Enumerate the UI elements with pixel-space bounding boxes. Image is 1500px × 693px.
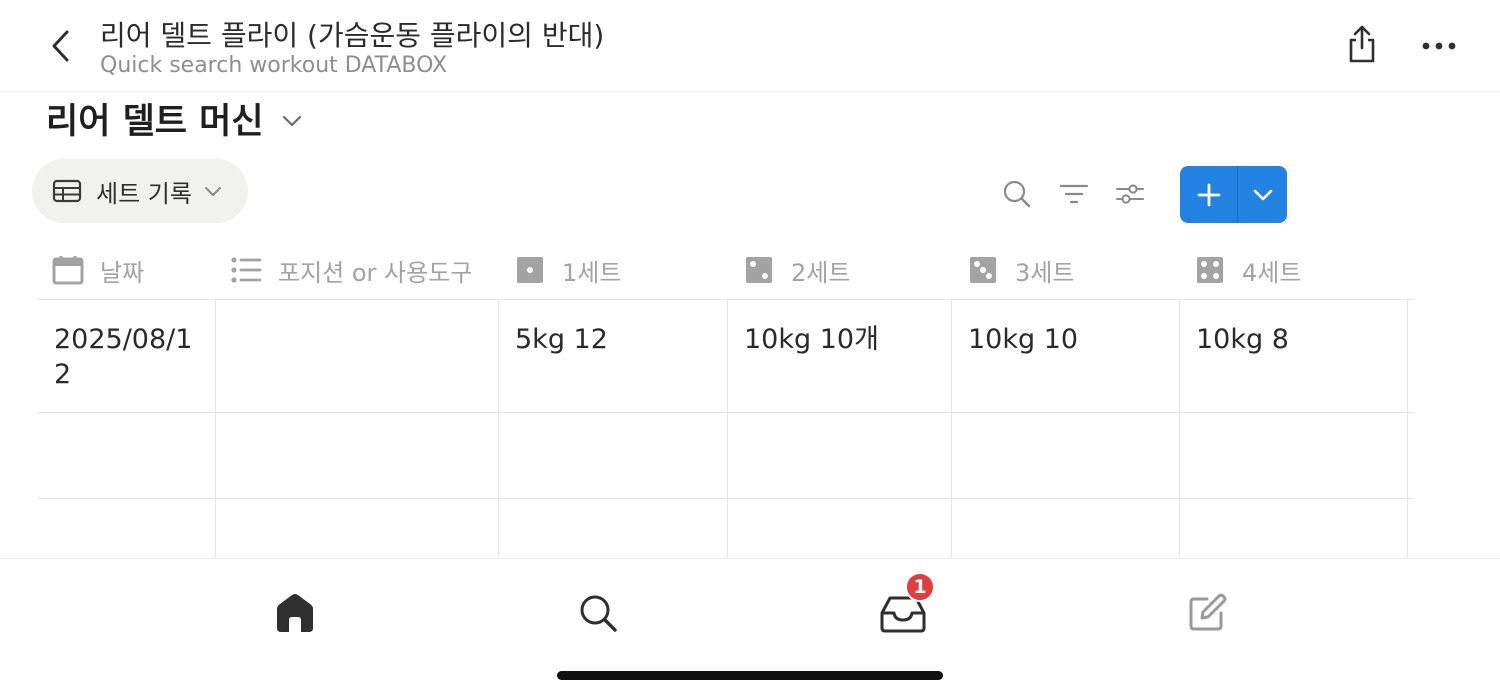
search-button[interactable] bbox=[997, 174, 1037, 214]
column-header-label: 포지션 or 사용도구 bbox=[278, 258, 473, 287]
bottom-nav: 1 bbox=[0, 558, 1500, 693]
chevron-down-icon bbox=[1253, 189, 1272, 200]
view-label: 세트 기록 bbox=[96, 179, 192, 208]
home-indicator bbox=[557, 671, 943, 680]
column-header-set-1[interactable]: 1세트 bbox=[514, 240, 621, 300]
share-icon bbox=[1349, 25, 1375, 63]
column-header-label: 2세트 bbox=[791, 258, 851, 287]
database-switcher-button[interactable] bbox=[282, 115, 302, 127]
share-button[interactable] bbox=[1340, 22, 1384, 66]
table-cell-set-2[interactable]: 10kg 10개 bbox=[728, 300, 952, 412]
table-header: 날짜 포지션 or 사용도구 1세트 2세트 3세트 4세트 bbox=[38, 240, 1414, 300]
new-entry-dropdown-button[interactable] bbox=[1238, 166, 1287, 223]
table-cell-position[interactable] bbox=[216, 300, 499, 412]
column-header-set-4[interactable]: 4세트 bbox=[1194, 240, 1301, 300]
more-options-button[interactable] bbox=[1414, 24, 1464, 68]
table-row bbox=[38, 413, 1414, 499]
home-icon bbox=[277, 594, 313, 632]
column-header-label: 3세트 bbox=[1015, 258, 1075, 287]
column-header-label: 1세트 bbox=[562, 258, 622, 287]
table-cell-position[interactable] bbox=[216, 413, 499, 498]
view-settings-button[interactable] bbox=[1110, 174, 1150, 214]
table-cell-date[interactable]: 2025/08/12 bbox=[38, 300, 216, 412]
search-icon bbox=[580, 595, 617, 632]
table-cell-set-2[interactable] bbox=[728, 413, 952, 498]
nav-inbox-button[interactable]: 1 bbox=[873, 572, 935, 643]
column-header-label: 날짜 bbox=[100, 258, 145, 287]
column-header-set-3[interactable]: 3세트 bbox=[967, 240, 1074, 300]
dice-four-icon bbox=[1194, 254, 1226, 286]
view-selector[interactable]: 세트 기록 bbox=[32, 159, 248, 223]
filter-button[interactable] bbox=[1054, 174, 1094, 214]
column-header-set-2[interactable]: 2세트 bbox=[743, 240, 850, 300]
database-title[interactable]: 리어 델트 머신 bbox=[46, 93, 264, 144]
search-icon bbox=[1003, 180, 1031, 208]
ellipsis-icon bbox=[1422, 42, 1456, 50]
chevron-left-icon bbox=[52, 30, 69, 62]
table-view-icon bbox=[52, 179, 82, 203]
table-cell-set-3[interactable] bbox=[952, 413, 1180, 498]
column-header-label: 4세트 bbox=[1242, 258, 1302, 287]
table-cell-set-1[interactable]: 5kg 12 bbox=[499, 300, 728, 412]
table-cell-date[interactable] bbox=[38, 413, 216, 498]
back-button[interactable] bbox=[44, 26, 76, 66]
page-subtitle: Quick search workout DATABOX bbox=[100, 53, 448, 78]
table-cell-set-4[interactable]: 10kg 8 bbox=[1180, 300, 1408, 412]
dice-one-icon bbox=[514, 254, 546, 286]
notification-badge: 1 bbox=[905, 572, 935, 602]
new-entry-split-button bbox=[1180, 166, 1287, 223]
top-bar: 리어 델트 플라이 (가슴운동 플라이의 반대) Quick search wo… bbox=[0, 0, 1500, 92]
table-cell-set-1[interactable] bbox=[499, 413, 728, 498]
dice-three-icon bbox=[967, 254, 999, 286]
chevron-down-icon bbox=[204, 186, 222, 197]
new-entry-button[interactable] bbox=[1180, 166, 1237, 223]
nav-search-button[interactable] bbox=[568, 583, 628, 643]
table-cell-set-4[interactable] bbox=[1180, 413, 1408, 498]
page-title: 리어 델트 플라이 (가슴운동 플라이의 반대) bbox=[100, 19, 605, 52]
calendar-icon bbox=[52, 254, 84, 286]
column-header-position[interactable]: 포지션 or 사용도구 bbox=[230, 240, 472, 300]
nav-new-page-button[interactable] bbox=[1177, 583, 1237, 643]
filter-icon bbox=[1059, 184, 1089, 204]
plus-icon bbox=[1197, 183, 1220, 206]
nav-home-button[interactable] bbox=[265, 583, 325, 643]
edit-icon bbox=[1189, 593, 1227, 631]
list-icon bbox=[230, 254, 262, 286]
data-table: 날짜 포지션 or 사용도구 1세트 2세트 3세트 4세트 2025/08/1… bbox=[38, 240, 1414, 585]
database-title-row: 리어 델트 머신 bbox=[46, 93, 302, 143]
table-cell-set-3[interactable]: 10kg 10 bbox=[952, 300, 1180, 412]
sliders-icon bbox=[1116, 184, 1144, 204]
chevron-down-icon bbox=[282, 115, 301, 127]
table-row: 2025/08/12 5kg 12 10kg 10개 10kg 10 10kg … bbox=[38, 300, 1414, 413]
column-header-date[interactable]: 날짜 bbox=[52, 240, 144, 300]
dice-two-icon bbox=[743, 254, 775, 286]
